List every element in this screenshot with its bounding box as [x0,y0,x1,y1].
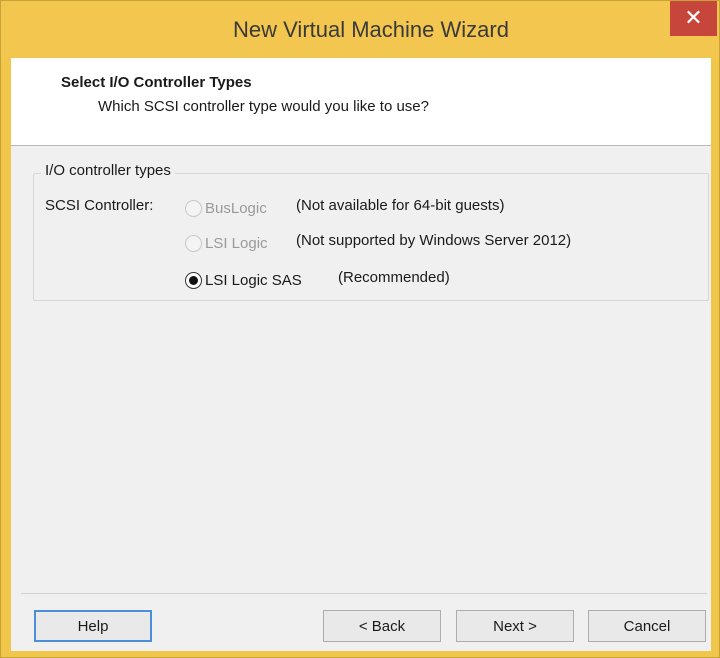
radio-buslogic: BusLogic [185,197,267,219]
cancel-button[interactable]: Cancel [588,610,706,642]
close-icon: ✕ [684,6,703,31]
wizard-header: Select I/O Controller Types Which SCSI c… [11,58,711,146]
radio-label-lsi-logic-sas[interactable]: LSI Logic SAS [205,272,302,289]
page-subtitle: Which SCSI controller type would you lik… [98,98,429,115]
close-button[interactable]: ✕ [670,1,717,36]
radio-lsi-logic: LSI Logic [185,232,268,254]
wizard-window: New Virtual Machine Wizard ✕ Select I/O … [0,0,720,658]
radio-button-icon [185,234,202,252]
groupbox-title: I/O controller types [41,162,175,179]
radio-button-icon [185,199,202,217]
note-lsi-logic: (Not supported by Windows Server 2012) [296,232,572,249]
radio-button-selected-icon[interactable] [185,271,202,289]
back-button[interactable]: < Back [323,610,441,642]
title-bar[interactable]: New Virtual Machine Wizard ✕ [1,1,719,58]
radio-label-buslogic: BusLogic [205,199,267,217]
scsi-controller-label: SCSI Controller: [45,197,154,214]
next-button[interactable]: Next > [456,610,574,642]
radio-label-lsi-logic: LSI Logic [205,234,268,252]
radio-dot-icon [189,275,198,285]
note-buslogic: (Not available for 64-bit guests) [296,197,505,214]
help-button[interactable]: Help [34,610,152,642]
note-lsi-logic-sas: (Recommended) [338,269,450,286]
wizard-client-area: Select I/O Controller Types Which SCSI c… [11,58,711,651]
window-title: New Virtual Machine Wizard [233,17,509,42]
radio-lsi-logic-sas[interactable]: LSI Logic SAS [185,269,302,291]
button-divider [21,593,707,594]
page-title: Select I/O Controller Types [61,74,252,91]
